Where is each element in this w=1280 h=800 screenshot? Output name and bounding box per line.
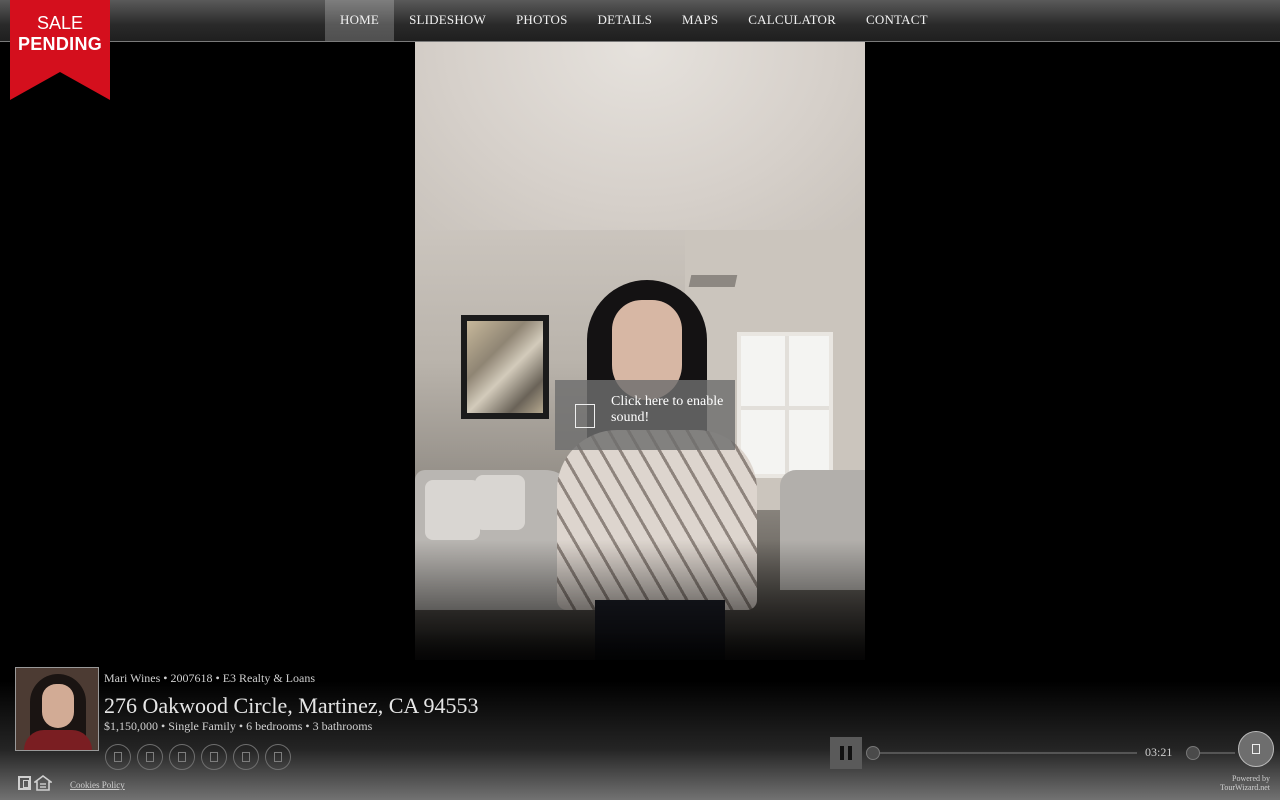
nav-maps[interactable]: MAPS <box>667 0 733 41</box>
ribbon-line-pending: PENDING <box>17 34 103 54</box>
sale-pending-ribbon: SALE PENDING <box>10 0 110 100</box>
enable-sound-label: Click here to enable sound! <box>611 394 724 425</box>
nav-photos[interactable]: PHOTOS <box>501 0 583 41</box>
realtor-logo-icon <box>18 776 31 790</box>
linkedin-button[interactable] <box>201 744 227 770</box>
cookies-policy-link[interactable]: Cookies Policy <box>70 780 125 790</box>
video-frame-painting <box>461 315 549 419</box>
twitter-icon <box>146 752 154 762</box>
nav-calculator[interactable]: CALCULATOR <box>733 0 851 41</box>
property-details: $1,150,000 • Single Family • 6 bedrooms … <box>104 719 373 733</box>
video-time: 03:21 <box>1145 745 1173 759</box>
nav-details[interactable]: DETAILS <box>583 0 668 41</box>
nav-contact[interactable]: CONTACT <box>851 0 943 41</box>
facebook-button[interactable] <box>105 744 131 770</box>
pinterest-icon <box>178 752 186 762</box>
volume-handle[interactable] <box>1186 746 1200 760</box>
video-progress-slider[interactable] <box>866 746 1137 760</box>
linkedin-icon <box>210 752 218 762</box>
nav-home[interactable]: HOME <box>325 0 395 41</box>
share-icon <box>274 752 282 762</box>
nav-slideshow[interactable]: SLIDESHOW <box>394 0 501 41</box>
powered-by-label: Powered by <box>1232 774 1270 783</box>
fullscreen-icon <box>1252 744 1260 754</box>
video-player[interactable] <box>415 0 865 660</box>
pinterest-button[interactable] <box>169 744 195 770</box>
enable-sound-button[interactable]: Click here to enable sound! <box>555 380 735 450</box>
progress-handle[interactable] <box>866 746 880 760</box>
fullscreen-button[interactable] <box>1238 731 1274 767</box>
property-address: 276 Oakwood Circle, Martinez, CA 94553 <box>104 693 479 718</box>
pause-icon-bar <box>840 746 844 760</box>
twitter-button[interactable] <box>137 744 163 770</box>
equal-housing-icon <box>34 775 52 791</box>
powered-by-brand[interactable]: TourWizard.net <box>1200 783 1270 792</box>
volume-slider[interactable] <box>1186 746 1235 760</box>
social-share-row <box>105 744 291 770</box>
agent-info: Mari Wines • 2007618 • E3 Realty & Loans <box>104 671 316 685</box>
nav-menu: HOME SLIDESHOW PHOTOS DETAILS MAPS CALCU… <box>325 0 943 42</box>
email-button[interactable] <box>233 744 259 770</box>
top-nav: HOME SLIDESHOW PHOTOS DETAILS MAPS CALCU… <box>0 0 1280 42</box>
ribbon-line-sale: SALE <box>36 13 84 33</box>
video-frame-pillow <box>425 480 480 540</box>
pause-icon-bar <box>848 746 852 760</box>
speaker-icon <box>575 404 595 428</box>
email-icon <box>242 752 250 762</box>
pause-button[interactable] <box>830 737 862 769</box>
share-button[interactable] <box>265 744 291 770</box>
powered-by: Powered by TourWizard.net <box>1200 774 1270 792</box>
facebook-icon <box>114 752 122 762</box>
agent-avatar[interactable] <box>15 667 99 751</box>
video-frame-pillow <box>475 475 525 530</box>
